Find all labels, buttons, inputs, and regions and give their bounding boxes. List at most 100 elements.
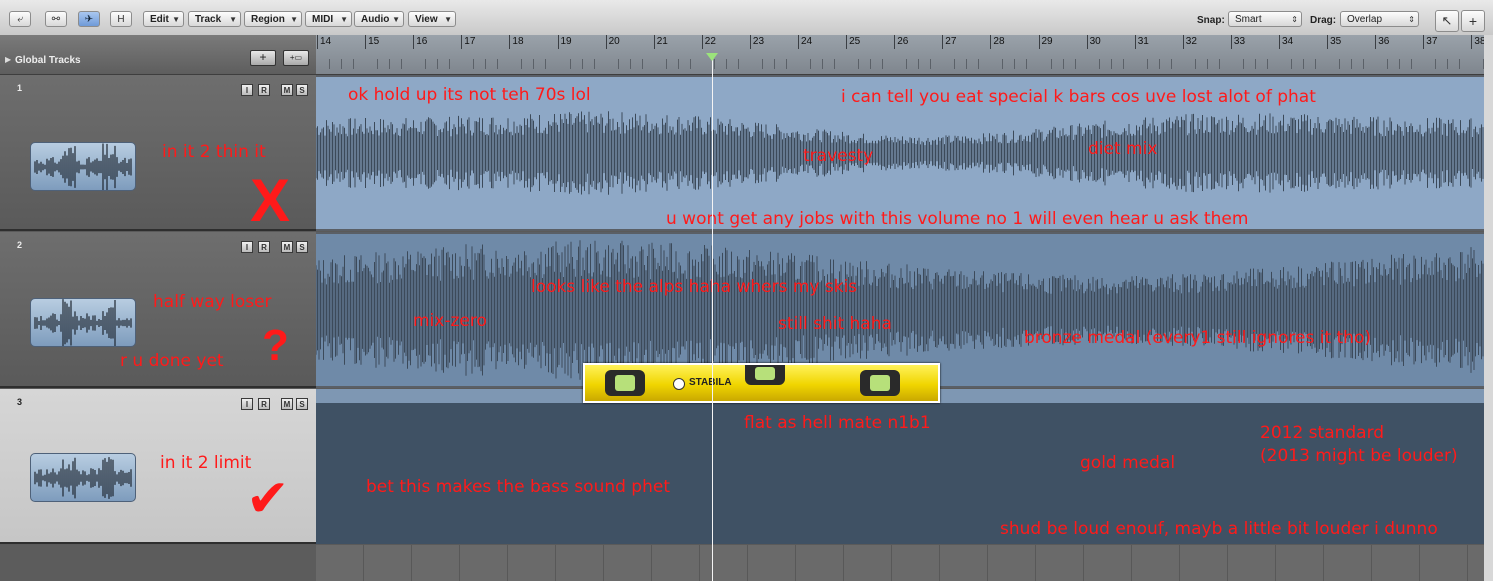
track-lane-3[interactable]: flat as hell mate n1b1 2012 standard (20… [316,389,1484,544]
beat-tick [1387,59,1389,69]
bar-tick [894,35,896,49]
drag-select[interactable]: Overlap ⇕ [1340,11,1419,27]
red-question-mark: ? [262,321,289,370]
annotation: flat as hell mate n1b1 [744,413,931,433]
input-monitor-button[interactable]: I [241,84,253,96]
beat-tick [822,59,824,69]
beat-tick [1291,59,1293,69]
beat-tick [1266,59,1268,69]
bar-number: 20 [608,36,620,47]
toolbar: ⤶ ⚯ ✈ H Edit ▼ Track ▼ Region ▼ MIDI ▼ Audio… [0,0,1493,36]
beat-tick [629,59,631,69]
bar-tick [461,35,463,49]
beat-tick [677,59,679,69]
solo-button[interactable]: S [296,398,308,410]
catch-playhead-icon[interactable]: ✈ [78,11,100,27]
playhead-icon[interactable] [706,53,718,61]
snap-select[interactable]: Smart ⇕ [1228,11,1302,27]
vial-icon [745,365,785,385]
annotation: diet mix [1088,139,1158,159]
beat-tick [1158,59,1160,69]
snap-label: Snap: [1197,15,1225,26]
menu-arrow-icon: ▼ [172,15,180,24]
beat-tick [1194,59,1196,69]
track-number: 3 [17,397,23,407]
bar-tick [557,35,559,49]
bar-number: 30 [1089,36,1101,47]
playhead-line[interactable] [712,55,713,581]
link-icon[interactable]: ⚯ [45,11,67,27]
bar-tick [1134,35,1136,49]
bar-tick [317,35,318,49]
beat-tick [425,59,427,69]
beat-tick [569,59,571,69]
record-enable-button[interactable]: R [258,398,270,410]
record-enable-button[interactable]: R [258,84,270,96]
bar-number: 14 [320,36,332,47]
vertical-scrollbar[interactable] [1484,35,1493,581]
menu-arrow-icon: ▼ [290,15,298,24]
track-header-2[interactable]: 2 I R M S half way loser r u done yet ? [0,232,316,388]
mute-button[interactable]: M [281,398,293,410]
beat-tick [473,59,475,69]
bar-tick [798,35,799,49]
mute-button[interactable]: M [281,241,293,253]
back-icon[interactable]: ⤶ [9,11,31,27]
beat-tick [1339,59,1341,69]
bar-number: 29 [1041,36,1053,47]
beat-tick [1242,59,1244,69]
track-header-1[interactable]: 1 I R M S in it 2 thin it X [0,75,316,231]
annotation: mix-zero [413,311,487,331]
hide-button[interactable]: H [110,11,132,27]
annotation: (2013 might be louder) [1260,446,1458,466]
midi-menu[interactable]: MIDI ▼ [305,11,352,27]
stepper-icon: ⇕ [1408,15,1415,24]
bar-tick [1327,35,1329,49]
new-folder-icon[interactable]: +▭ [283,50,309,66]
annotation: still shit haha [778,314,892,334]
beat-tick [930,59,932,69]
audio-menu[interactable]: Audio ▼ [354,11,404,27]
annotation: ok hold up its not teh 70s lol [348,85,591,105]
bar-tick [846,35,848,49]
beat-tick [641,59,643,69]
bar-ruler[interactable]: 14 15 16 17 18 19 20 21 22 23 24 25 26 27 28 29 30 31 32 33… [316,35,1484,75]
beat-tick [401,59,403,69]
beat-tick [906,59,908,69]
annotation: i can tell you eat special k bars cos uv… [841,87,1316,107]
beat-tick [341,59,343,69]
input-monitor-button[interactable]: I [241,241,253,253]
track-lane-1[interactable]: ok hold up its not teh 70s lol i can tel… [316,75,1484,231]
stepper-icon: ⇕ [1291,15,1298,24]
input-monitor-button[interactable]: I [241,398,253,410]
disclosure-triangle-icon[interactable]: ▶ [5,55,11,64]
global-tracks-header[interactable]: ▶ Global Tracks + +▭ [0,35,316,75]
bar-tick [653,35,655,49]
bar-tick [942,35,944,49]
level-brand: STABILA [689,377,732,388]
beat-tick [1014,59,1016,69]
view-menu[interactable]: View ▼ [408,11,456,27]
bar-number: 25 [849,36,861,47]
track-menu[interactable]: Track ▼ [188,11,241,27]
beat-tick [437,59,439,69]
mute-button[interactable]: M [281,84,293,96]
add-track-button[interactable]: + [250,50,276,66]
track-header-3[interactable]: 3 I R M S in it 2 limit ✔ [0,389,316,544]
solo-button[interactable]: S [296,241,308,253]
beat-tick [1110,59,1112,69]
bar-number: 15 [368,36,380,47]
drag-label: Drag: [1310,15,1337,26]
bar-number: 37 [1426,36,1438,47]
crosshair-tool-icon[interactable]: + [1461,10,1485,32]
solo-button[interactable]: S [296,84,308,96]
edit-menu[interactable]: Edit ▼ [143,11,184,27]
bar-tick [365,35,367,49]
beat-tick [1218,59,1220,69]
beat-tick [1122,59,1124,69]
record-enable-button[interactable]: R [258,241,270,253]
region-menu[interactable]: Region ▼ [244,11,302,27]
pointer-tool-icon[interactable]: ↖ [1435,10,1459,32]
beat-tick [1399,59,1401,69]
beat-tick [918,59,920,69]
